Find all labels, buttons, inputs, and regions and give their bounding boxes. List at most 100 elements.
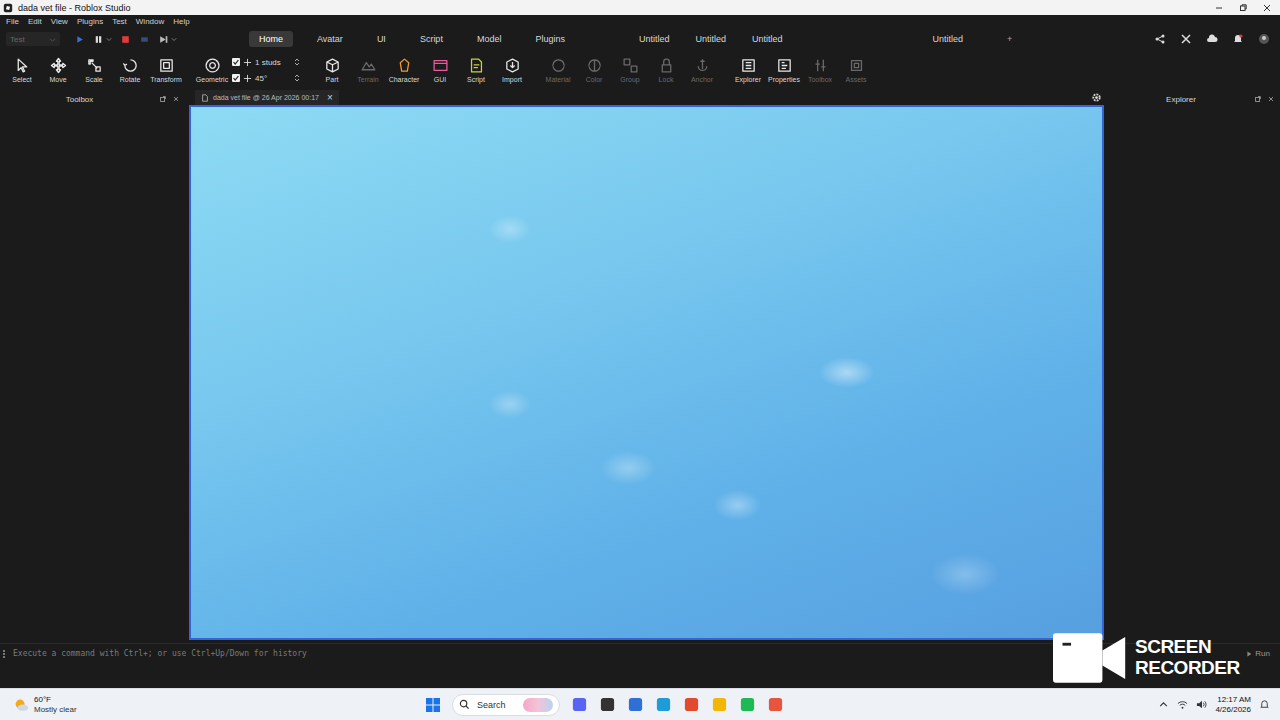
- tool-button[interactable]: Terrain: [350, 57, 386, 83]
- document-tab[interactable]: Untitled: [752, 34, 783, 44]
- step-icon[interactable]: [158, 34, 169, 45]
- grip-icon: [3, 650, 7, 658]
- tool-button[interactable]: Scale: [76, 57, 112, 83]
- close-button[interactable]: ×: [327, 93, 333, 103]
- undock-icon[interactable]: [159, 95, 167, 103]
- tool-button[interactable]: Transform: [148, 57, 184, 83]
- ribbon-tab[interactable]: UI: [367, 31, 396, 47]
- undock-icon[interactable]: [1254, 95, 1262, 103]
- tool-icon: [204, 57, 221, 74]
- tool-button[interactable]: Move: [40, 57, 76, 83]
- checkbox[interactable]: [232, 58, 240, 66]
- spinner-icon[interactable]: [294, 73, 300, 83]
- tool-button[interactable]: Select: [4, 57, 40, 83]
- cloud-icon[interactable]: [1206, 33, 1218, 45]
- app-icon[interactable]: [627, 696, 644, 713]
- run-button[interactable]: Run: [1245, 649, 1274, 658]
- app-icon[interactable]: [683, 696, 700, 713]
- tool-icon: [14, 57, 31, 74]
- app-icon[interactable]: [711, 696, 728, 713]
- wifi-icon[interactable]: [1177, 699, 1188, 710]
- app-icon[interactable]: [767, 696, 784, 713]
- tool-button[interactable]: Lock: [648, 57, 684, 83]
- close-icon[interactable]: [1267, 95, 1275, 103]
- tool-button[interactable]: Color: [576, 57, 612, 83]
- close-icon[interactable]: [1262, 3, 1272, 13]
- clock[interactable]: 12:17 AM4/26/2026: [1215, 695, 1251, 714]
- app-icon[interactable]: [571, 696, 588, 713]
- place-selector[interactable]: Untitled+: [932, 34, 1012, 44]
- share-icon[interactable]: [1154, 33, 1166, 45]
- document-tab[interactable]: dada vet file @ 26 Apr 2026 00:17×: [195, 90, 339, 105]
- window-title: dada vet file - Roblox Studio: [18, 3, 131, 13]
- ribbon-tab[interactable]: Script: [410, 31, 453, 47]
- gear-icon[interactable]: [1091, 92, 1102, 103]
- avatar-icon[interactable]: [1258, 33, 1270, 45]
- collaborate-icon[interactable]: [1180, 33, 1192, 45]
- menu-item[interactable]: Help: [173, 17, 189, 26]
- snap-setting[interactable]: 1 studs: [232, 56, 300, 69]
- menu-item[interactable]: Plugins: [77, 17, 103, 26]
- tool-icon: [324, 57, 341, 74]
- windows-start-icon[interactable]: [425, 697, 441, 713]
- document-tab[interactable]: Untitled: [639, 34, 670, 44]
- menu-item[interactable]: Test: [112, 17, 127, 26]
- taskbar: 60°FMostly clear Search 12:17 AM4/26/2026: [0, 688, 1280, 720]
- dropdown-icon: [49, 36, 56, 43]
- close-icon[interactable]: [172, 95, 180, 103]
- 3d-viewport[interactable]: [189, 105, 1104, 640]
- add-button[interactable]: +: [1007, 34, 1012, 44]
- menu-item[interactable]: File: [6, 17, 19, 26]
- play-icon[interactable]: [74, 34, 85, 45]
- tool-button[interactable]: Group: [612, 57, 648, 83]
- dropdown-icon[interactable]: [106, 36, 112, 42]
- tool-button[interactable]: Part: [314, 57, 350, 83]
- snap-setting[interactable]: 45°: [232, 72, 300, 85]
- tool-icon: [432, 57, 449, 74]
- tool-button[interactable]: Character: [386, 57, 422, 83]
- stop-icon[interactable]: [120, 34, 131, 45]
- notifications-icon[interactable]: [1232, 33, 1244, 45]
- tool-button[interactable]: Anchor: [684, 57, 720, 83]
- search-icon: [459, 699, 470, 710]
- checkbox[interactable]: [232, 74, 240, 82]
- tool-icon: [694, 57, 711, 74]
- mode-dropdown[interactable]: Test: [6, 32, 60, 46]
- spinner-icon[interactable]: [294, 57, 300, 67]
- play-here-icon[interactable]: [139, 34, 150, 45]
- volume-icon[interactable]: [1196, 699, 1207, 710]
- menu-item[interactable]: View: [51, 17, 68, 26]
- tool-icon: [122, 57, 139, 74]
- tool-button[interactable]: Properties: [766, 57, 802, 83]
- tool-button[interactable]: Explorer: [730, 57, 766, 83]
- tool-button[interactable]: Import: [494, 57, 530, 83]
- tool-button[interactable]: Rotate: [112, 57, 148, 83]
- app-icon[interactable]: [655, 696, 672, 713]
- dropdown-icon[interactable]: [171, 36, 177, 42]
- weather-widget[interactable]: 60°FMostly clear: [0, 695, 380, 713]
- tool-button[interactable]: Geometric: [194, 53, 230, 87]
- minimize-icon[interactable]: [1214, 3, 1224, 13]
- chevron-up-icon[interactable]: [1158, 699, 1169, 710]
- ribbon-tab[interactable]: Plugins: [525, 31, 575, 47]
- tool-button[interactable]: Toolbox: [802, 57, 838, 83]
- ribbon-tab[interactable]: Avatar: [307, 31, 353, 47]
- ribbon-tab[interactable]: Model: [467, 31, 512, 47]
- tool-icon: [658, 57, 675, 74]
- restore-icon[interactable]: [1238, 3, 1248, 13]
- app-icon[interactable]: [739, 696, 756, 713]
- app-icon[interactable]: [599, 696, 616, 713]
- tool-button[interactable]: Assets: [838, 57, 874, 83]
- menu-item[interactable]: Window: [136, 17, 164, 26]
- snap-icon: [243, 74, 252, 83]
- tool-button[interactable]: Script: [458, 57, 494, 83]
- notification-bell-icon[interactable]: [1259, 699, 1270, 710]
- menu-item[interactable]: Edit: [28, 17, 42, 26]
- tool-button[interactable]: Material: [540, 57, 576, 83]
- weather-icon: [12, 696, 30, 714]
- tool-button[interactable]: GUI: [422, 57, 458, 83]
- pause-icon[interactable]: [93, 34, 104, 45]
- ribbon-tab[interactable]: Home: [249, 31, 293, 47]
- taskbar-search[interactable]: Search: [452, 694, 560, 716]
- document-tab[interactable]: Untitled: [695, 34, 726, 44]
